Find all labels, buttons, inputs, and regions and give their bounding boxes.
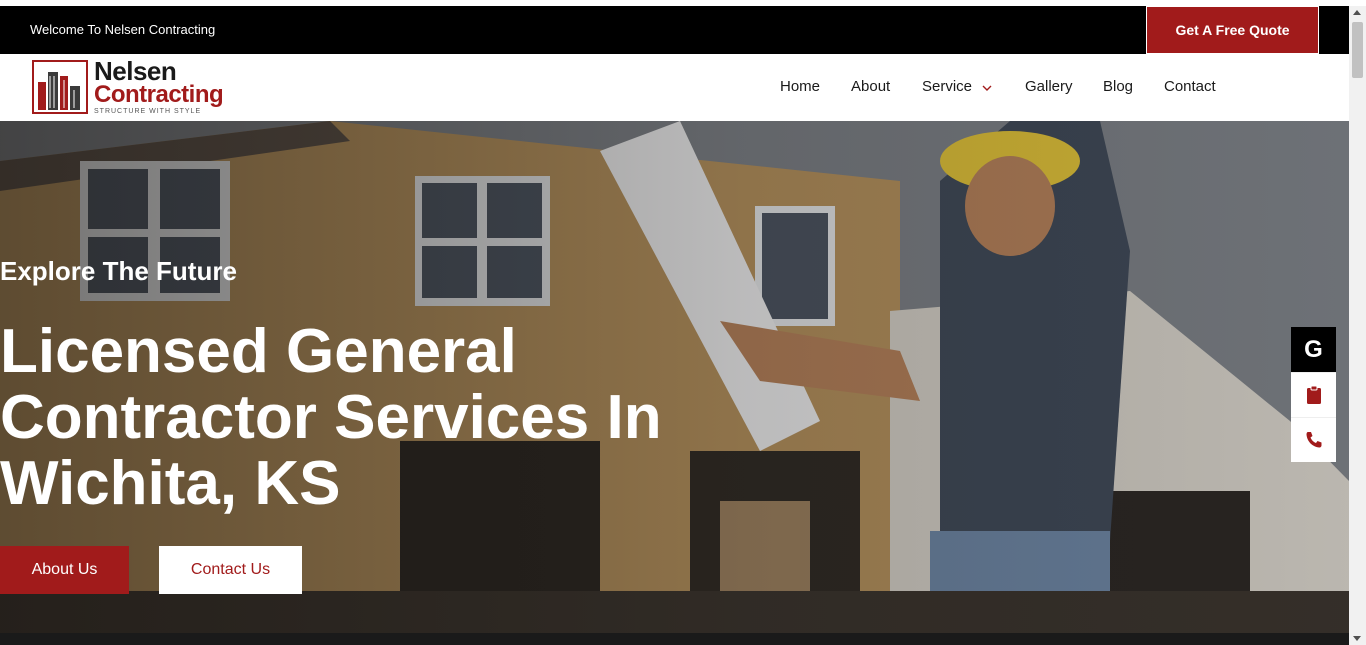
- welcome-text: Welcome To Nelsen Contracting: [30, 22, 216, 37]
- scroll-up-arrow-icon[interactable]: [1353, 10, 1361, 15]
- hero-section: Explore The Future Licensed General Cont…: [0, 121, 1349, 633]
- google-icon[interactable]: G: [1291, 327, 1336, 372]
- contact-us-button[interactable]: Contact Us: [159, 546, 302, 594]
- bottom-bar: [0, 633, 1349, 645]
- nav-blog[interactable]: Blog: [1103, 78, 1133, 95]
- scroll-down-arrow-icon[interactable]: [1353, 636, 1361, 641]
- hero-headline: Licensed General Contractor Services In …: [0, 317, 662, 518]
- scroll-thumb[interactable]: [1352, 22, 1363, 78]
- hero-eyebrow: Explore The Future: [0, 256, 237, 286]
- nav-about[interactable]: About: [851, 78, 890, 95]
- free-quote-button[interactable]: Get A Free Quote: [1146, 6, 1319, 54]
- about-us-button[interactable]: About Us: [0, 546, 129, 594]
- nav-contact[interactable]: Contact: [1164, 78, 1216, 95]
- logo-building-icon: [32, 60, 88, 114]
- nav-home[interactable]: Home: [780, 78, 820, 95]
- floating-side-icons: G: [1291, 327, 1336, 462]
- chevron-down-icon: [982, 79, 992, 96]
- nav-service[interactable]: Service: [922, 78, 992, 96]
- top-bar: Welcome To Nelsen Contracting Get A Free…: [0, 6, 1349, 54]
- site-header: Nelsen Contracting STRUCTURE WITH STYLE …: [0, 54, 1349, 121]
- nav-gallery[interactable]: Gallery: [1025, 78, 1073, 95]
- page-scrollbar[interactable]: [1349, 6, 1366, 645]
- logo-name-line2: Contracting: [94, 81, 224, 108]
- logo-tagline: STRUCTURE WITH STYLE: [94, 108, 202, 115]
- nav-service-label: Service: [922, 78, 973, 95]
- phone-icon[interactable]: [1291, 417, 1336, 462]
- clipboard-icon[interactable]: [1291, 372, 1336, 417]
- logo[interactable]: Nelsen Contracting STRUCTURE WITH STYLE: [32, 58, 232, 116]
